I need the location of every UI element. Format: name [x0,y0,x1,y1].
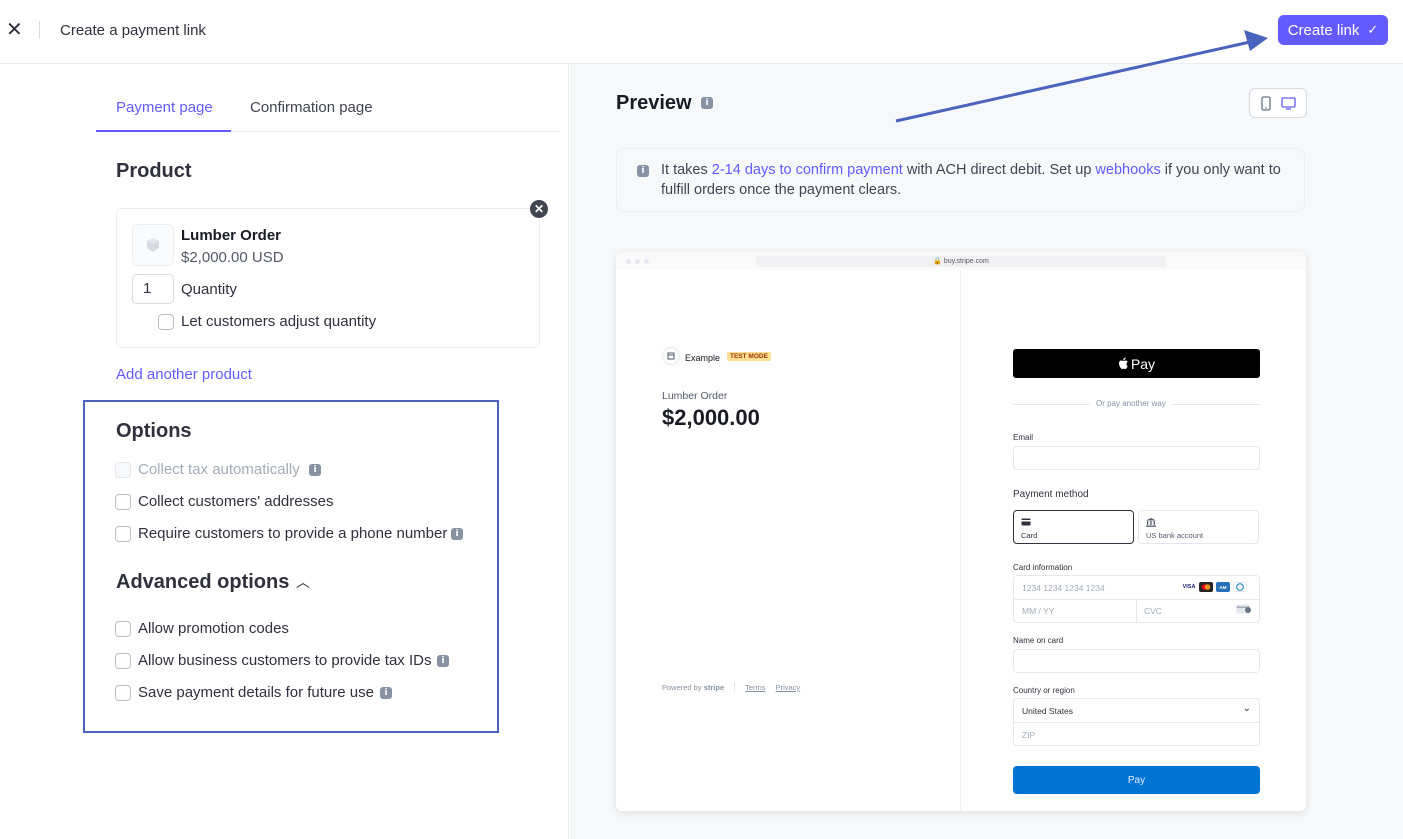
privacy-link[interactable]: Privacy [776,683,801,692]
store-icon [667,352,675,360]
cvc-icon [1236,604,1251,614]
payment-method-bank[interactable]: US bank account [1138,510,1259,544]
desktop-icon[interactable] [1280,96,1296,110]
card-number-input[interactable]: 1234 1234 1234 1234 [1022,583,1105,593]
annotation-highlight-box [83,400,499,733]
webhooks-link[interactable]: webhooks [1095,162,1160,178]
active-tab-indicator [96,130,231,132]
tab-bar: Payment page Confirmation page [96,86,560,132]
browser-bar: 🔒 buy.stripe.com [616,252,1306,270]
url-bar: 🔒 buy.stripe.com [756,256,1166,267]
pay-button[interactable]: Pay [1013,766,1260,794]
or-pay-text: Or pay another way [1090,399,1172,408]
adjust-quantity-label: Let customers adjust quantity [181,313,377,330]
remove-product-icon[interactable]: ✕ [530,200,548,218]
name-on-card-field[interactable] [1013,649,1260,673]
quantity-input[interactable]: 1 [132,274,174,304]
tab-confirmation-page[interactable]: Confirmation page [250,99,373,116]
email-field[interactable] [1013,446,1260,470]
notice-text: It takes 2-14 days to confirm payment wi… [661,160,1291,200]
chevron-down-icon[interactable]: ⌄ [1243,703,1251,714]
country-label: Country or region [1013,686,1075,695]
apple-pay-button[interactable]: Pay [1013,349,1260,378]
close-icon[interactable]: ✕ [6,20,23,40]
url-text: buy.stripe.com [943,258,989,265]
checkout-price: $2,000.00 [662,405,760,430]
cvc-input[interactable]: CVC [1144,606,1162,616]
add-another-product-link[interactable]: Add another product [116,366,252,383]
window-dots [626,259,649,264]
bank-icon [1146,518,1156,527]
powered-by-text: Powered by stripe [662,683,724,692]
country-select[interactable]: United States [1022,706,1073,716]
apple-pay-label: Pay [1130,355,1156,372]
zip-input[interactable]: ZIP [1022,730,1035,740]
email-label: Email [1013,433,1034,442]
checkout-preview-window: 🔒 buy.stripe.com Example TEST MODE Lumbe… [616,252,1306,811]
visa-icon: VISA [1182,582,1196,592]
stripe-logo: stripe [703,682,725,692]
notice-text-part: It takes [661,162,712,178]
product-image [132,224,174,266]
footer-separator [734,682,736,692]
bank-tab-label: US bank account [1146,531,1204,540]
address-divider [1014,722,1259,723]
card-icon [1021,518,1031,526]
mobile-icon[interactable] [1260,95,1271,111]
checkout-footer: Powered by stripe Terms Privacy [662,682,800,692]
diners-icon [1233,582,1247,592]
payment-method-label: Payment method [1013,489,1089,500]
confirm-payment-link[interactable]: 2-14 days to confirm payment [712,162,903,178]
checkout-product-name: Lumber Order [662,390,728,402]
mastercard-icon [1199,582,1213,592]
product-heading: Product [116,160,192,182]
terms-link[interactable]: Terms [745,683,765,692]
name-on-card-label: Name on card [1013,636,1064,645]
create-link-button[interactable]: Create link ✓ [1278,15,1388,45]
ach-notice: i It takes 2-14 days to confirm payment … [616,148,1305,212]
card-info-label: Card information [1013,563,1073,572]
merchant-name: Example [685,353,721,363]
checkout-divider [960,270,961,811]
info-icon: i [637,165,649,177]
adjust-quantity-checkbox[interactable] [158,314,174,330]
address-group: United States ⌄ ZIP [1013,698,1260,746]
checkmark-icon: ✓ [1367,22,1379,37]
expiry-input[interactable]: MM / YY [1022,606,1054,616]
amex-icon: AM [1216,582,1230,592]
info-icon[interactable]: i [701,97,713,109]
preview-title-text: Preview [616,92,692,114]
apple-icon [1118,357,1128,369]
device-toggle [1249,88,1307,118]
card-tab-label: Card [1021,531,1038,540]
preview-panel: Preview i i It takes 2-14 days to confir… [570,64,1403,839]
tab-payment-page[interactable]: Payment page [116,99,213,116]
preview-title: Preview [616,92,692,115]
payment-method-card[interactable]: Card [1013,510,1134,544]
settings-panel: Payment page Confirmation page Product L… [0,64,569,839]
merchant-logo [662,347,680,365]
card-brands: VISA AM [1182,582,1247,592]
create-link-label: Create link [1287,21,1360,39]
card-info-group: 1234 1234 1234 1234 VISA AM MM / YY CVC [1013,575,1260,623]
product-name: Lumber Order [181,227,282,244]
quantity-label: Quantity [181,281,237,298]
powered-by-label: Powered by [662,682,702,692]
top-bar: ✕ Create a payment link Create link ✓ [0,0,1403,64]
page-title: Create a payment link [60,22,206,39]
topbar-divider [39,21,40,39]
product-price: $2,000.00 USD [181,249,284,266]
test-mode-badge: TEST MODE [727,352,771,361]
box-icon [147,238,159,252]
notice-text-part: with ACH direct debit. Set up [902,162,1096,178]
card-divider [1136,599,1137,622]
product-card: Lumber Order $2,000.00 USD 1 Quantity Le… [116,208,540,348]
